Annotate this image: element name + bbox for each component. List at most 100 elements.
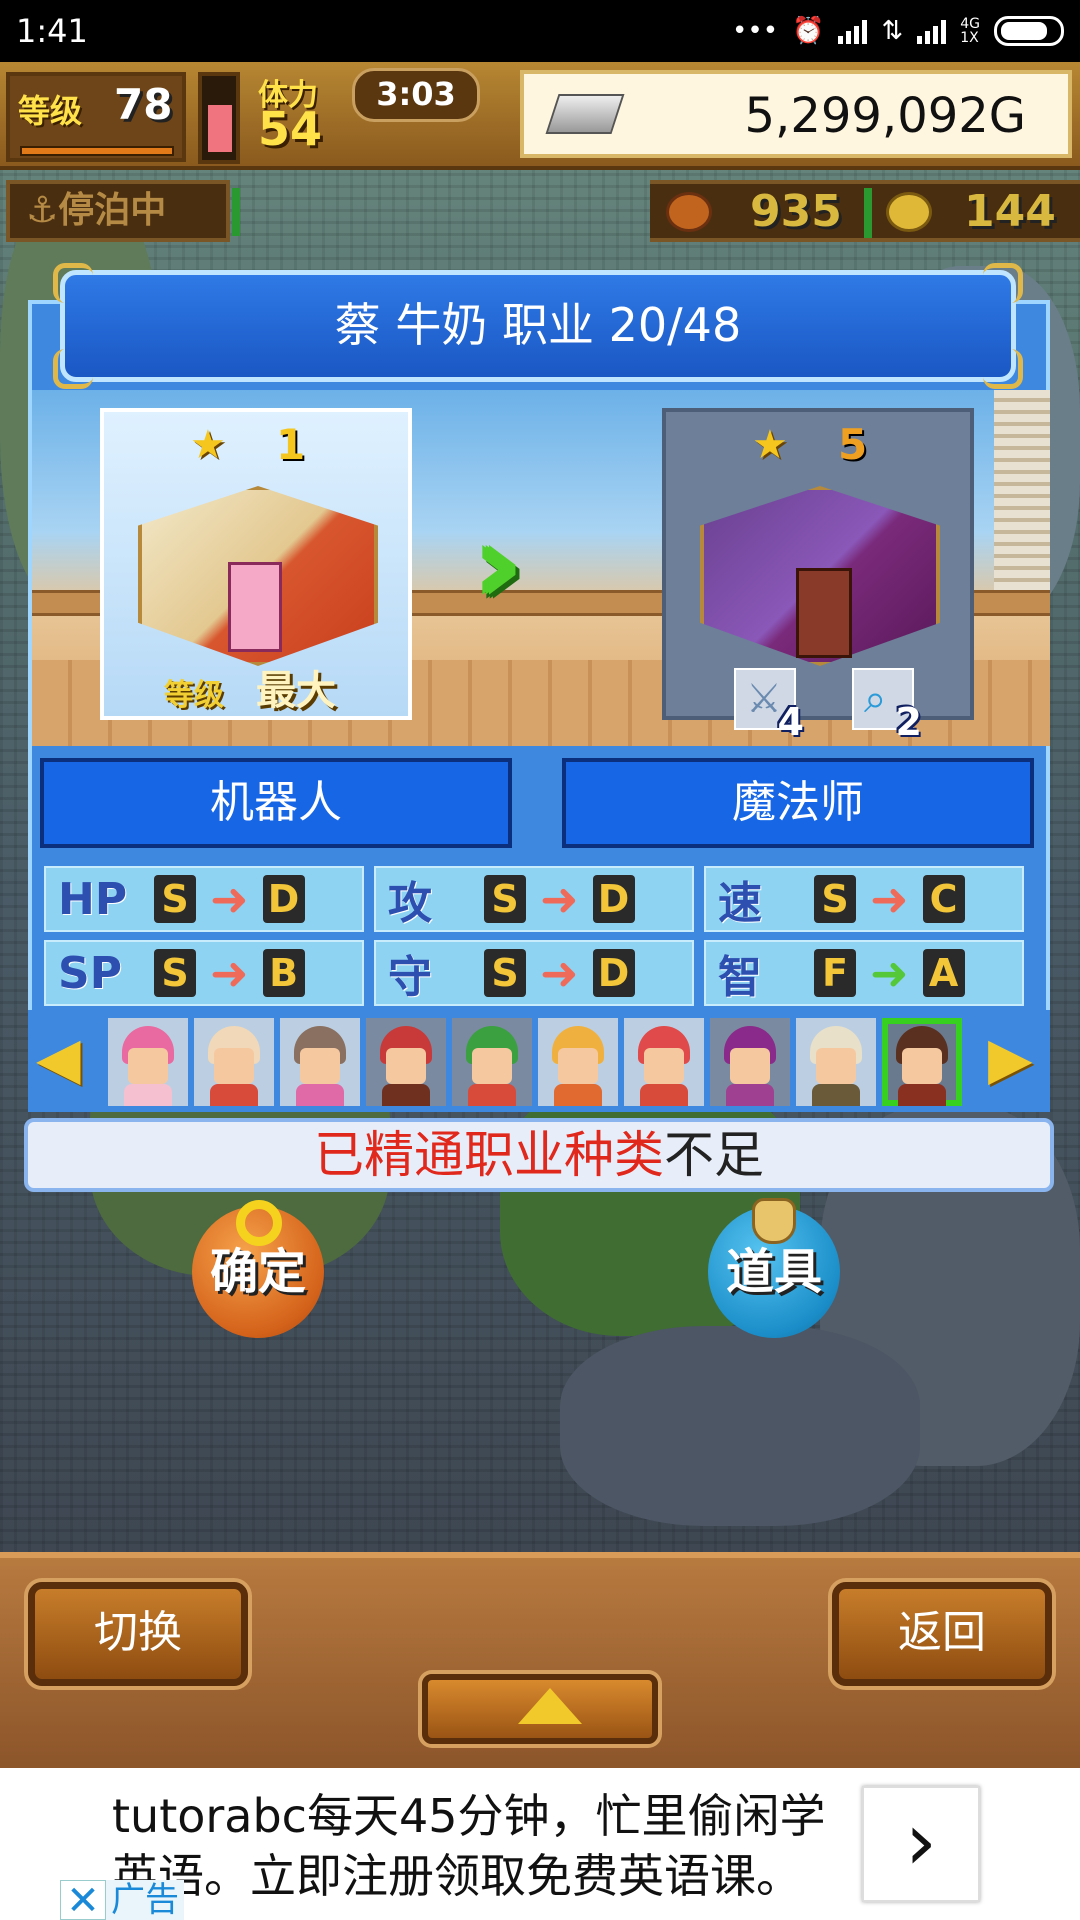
next-page-icon[interactable]: ▶ <box>988 1024 1033 1092</box>
arrow-right-icon: ➜ <box>870 946 909 1000</box>
arrow-right-icon: ➜ <box>210 872 249 926</box>
top-hud: 等级 78 体力 54 3:03 5,299,092G <box>0 62 1080 170</box>
item-count: 2 <box>895 700 922 744</box>
switch-button[interactable]: 切换 <box>28 1582 248 1686</box>
sim-label: 1X <box>960 30 979 46</box>
dialog-title: 蔡 牛奶 职业 20/48 <box>334 298 742 352</box>
network-label: 4G <box>960 16 980 32</box>
current-room-stars: 1 <box>276 420 306 469</box>
stat-label: HP <box>58 873 128 925</box>
stat-label: SP <box>58 947 122 999</box>
portrait-face <box>902 1048 942 1084</box>
portrait-body <box>812 1084 860 1106</box>
character-portrait[interactable] <box>452 1018 532 1106</box>
portrait-face <box>816 1048 856 1084</box>
dock-status-label: 停泊中 <box>58 190 167 231</box>
alarm-icon: ⏰ <box>792 16 825 46</box>
ship-deck-scene: ★ 1 等级 最大 ››› ★ 5 ⚔ 4 ⌕ 2 <box>32 390 1050 746</box>
medal-count: 144 <box>964 186 1056 237</box>
character-portrait-strip: ◀ ▶ <box>28 1010 1050 1112</box>
target-room-card[interactable]: ★ 5 <box>662 408 974 720</box>
stat-cell: 攻 S ➜ D <box>374 866 694 932</box>
silver-bar-icon <box>545 94 625 134</box>
message-red-text: 已精通职业种类 <box>314 1126 664 1184</box>
character-portrait[interactable] <box>108 1018 188 1106</box>
stat-comparison-grid: HP S ➜ D 攻 S ➜ D 速 S ➜ C SP S ➜ B 守 S ➜ D 智 F ➜ A <box>44 866 1028 1012</box>
portrait-face <box>644 1048 684 1084</box>
corner-ornament-icon <box>53 263 93 303</box>
network-labels: 4G 1X <box>960 17 980 45</box>
corner-ornament-icon <box>983 263 1023 303</box>
confirm-button[interactable]: 确定 <box>192 1200 324 1338</box>
back-button[interactable]: 返回 <box>832 1582 1052 1686</box>
character-portrait[interactable] <box>280 1018 360 1106</box>
required-item-sword[interactable]: ⚔ 4 <box>734 668 804 744</box>
portrait-body <box>898 1084 946 1106</box>
portrait-face <box>300 1048 340 1084</box>
bottom-wood-bar: 切换 返回 <box>0 1552 1080 1768</box>
portrait-face <box>730 1048 770 1084</box>
more-dots-icon: ••• <box>732 16 779 46</box>
prev-page-icon[interactable]: ◀ <box>36 1024 81 1092</box>
ad-text[interactable]: tutorabc每天45分钟，忙里偷闲学英语。立即注册领取免费英语课。 <box>112 1786 862 1906</box>
items-button[interactable]: 道具 <box>708 1198 840 1338</box>
portrait-body <box>554 1084 602 1106</box>
stat-grade-from: S <box>154 875 196 923</box>
magnifier-icon: ⌕ <box>864 676 887 722</box>
portrait-face <box>472 1048 512 1084</box>
triangle-up-icon <box>518 1688 582 1724</box>
sword-icon: ⚔ <box>746 676 782 722</box>
arrow-right-icon: ➜ <box>540 946 579 1000</box>
character-portrait[interactable] <box>710 1018 790 1106</box>
character-portrait[interactable] <box>538 1018 618 1106</box>
character-portrait[interactable] <box>366 1018 446 1106</box>
character-portrait[interactable] <box>882 1018 962 1106</box>
portrait-body <box>382 1084 430 1106</box>
chevron-right-icon[interactable]: › <box>862 1786 980 1902</box>
level-value: 78 <box>114 80 173 129</box>
stat-label: 智 <box>718 952 762 1003</box>
ad-tag: 广告 <box>106 1880 184 1920</box>
resource-panel: 935 144 <box>650 180 1080 242</box>
signal-4g-icon <box>917 18 947 44</box>
stat-grade-from: S <box>814 875 856 923</box>
expand-up-button[interactable] <box>422 1674 658 1744</box>
stat-grade-to: B <box>262 949 305 997</box>
stat-grade-from: S <box>484 875 526 923</box>
level-panel: 等级 78 <box>6 72 186 162</box>
upgrade-arrows-icon: ››› <box>472 500 524 628</box>
star-icon: ★ <box>190 422 226 468</box>
ad-banner[interactable]: tutorabc每天45分钟，忙里偷闲学英语。立即注册领取免费英语课。 › ✕ … <box>0 1768 1080 1920</box>
resource-divider <box>864 188 872 238</box>
game-screen: 1:41 ••• ⏰ ⇅ 4G 1X 等级 78 体力 54 3:03 5,29… <box>0 0 1080 1920</box>
required-item-magnifier[interactable]: ⌕ 2 <box>852 668 922 744</box>
portrait-body <box>210 1084 258 1106</box>
stat-grade-from: F <box>814 949 856 997</box>
character-portrait[interactable] <box>624 1018 704 1106</box>
stat-grade-from: S <box>484 949 526 997</box>
current-room-card[interactable]: ★ 1 等级 最大 <box>100 408 412 720</box>
circle-icon <box>236 1200 282 1246</box>
arrow-right-icon: ➜ <box>540 872 579 926</box>
stat-cell: HP S ➜ D <box>44 866 364 932</box>
food-icon <box>666 192 712 232</box>
corner-ornament-icon <box>53 349 93 389</box>
stat-grade-to: A <box>922 949 965 997</box>
character-portrait[interactable] <box>194 1018 274 1106</box>
item-count: 4 <box>777 700 804 744</box>
stat-label: 守 <box>388 952 432 1003</box>
portrait-face <box>128 1048 168 1084</box>
stat-cell: 速 S ➜ C <box>704 866 1024 932</box>
portrait-body <box>468 1084 516 1106</box>
stamina-value: 54 <box>258 102 323 156</box>
close-icon[interactable]: ✕ <box>60 1880 106 1920</box>
gold-panel[interactable]: 5,299,092G <box>520 70 1072 158</box>
portrait-face <box>558 1048 598 1084</box>
character-portrait[interactable] <box>796 1018 876 1106</box>
target-class-button[interactable]: 魔法师 <box>562 758 1034 848</box>
medal-icon <box>886 192 932 232</box>
portrait-body <box>640 1084 688 1106</box>
stat-grade-to: D <box>592 949 635 997</box>
current-class-button[interactable]: 机器人 <box>40 758 512 848</box>
mage-character-sprite <box>796 568 852 658</box>
